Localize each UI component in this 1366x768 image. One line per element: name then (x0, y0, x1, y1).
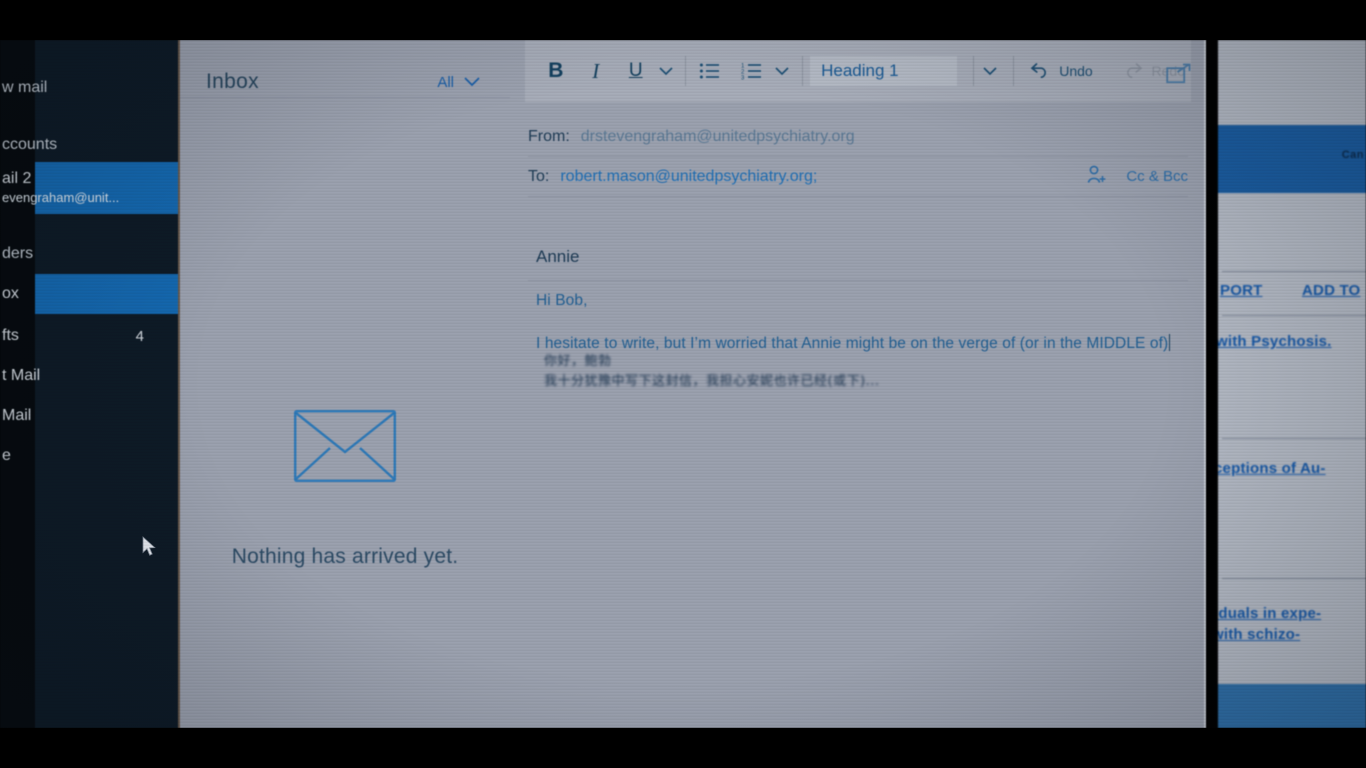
sidebar-accounts-header[interactable]: ccounts (2, 128, 180, 162)
message-list-title: Inbox (206, 70, 259, 93)
subject-field[interactable]: Annie (536, 247, 579, 267)
sidebar-new-mail-label: w mail (2, 79, 48, 96)
bg-divider (1222, 315, 1366, 316)
sidebar-account-mail-2[interactable]: ail 2 evengraham@unit... (2, 162, 180, 214)
person-add-icon[interactable] (1086, 164, 1108, 190)
body-greeting: Hi Bob, (536, 292, 588, 309)
bg-link-schizo[interactable]: with schizo- (1218, 626, 1300, 643)
italic-button[interactable]: I (579, 51, 613, 91)
chevron-down-icon[interactable] (653, 64, 679, 79)
message-body[interactable]: Hi Bob, I hesitate to write, but I’m wor… (536, 288, 1186, 389)
chevron-down-icon (464, 74, 480, 91)
text-caret (1169, 334, 1171, 352)
sidebar-item-sent-mail[interactable]: t Mail (2, 357, 180, 395)
bg-link-export[interactable]: PORT (1220, 282, 1262, 299)
sidebar-account-address: evengraham@unit... (2, 190, 120, 205)
sidebar-account-name: ail 2 (2, 170, 32, 187)
to-field-row[interactable]: To: robert.mason@unitedpsychiatry.org; C… (528, 157, 1188, 197)
sidebar-item-inbox[interactable]: ox (2, 274, 180, 314)
subject-divider (528, 280, 1188, 281)
message-list-filter-label: All (437, 74, 454, 91)
to-label: To: (528, 167, 550, 185)
to-value[interactable]: robert.mason@unitedpsychiatry.org; (560, 168, 817, 186)
bg-link-individuals[interactable]: iduals in expe- (1218, 605, 1321, 622)
undo-button[interactable]: Undo (1024, 61, 1098, 81)
toolbar-divider (972, 56, 974, 86)
numbered-list-icon[interactable]: 1 2 3 (735, 51, 769, 91)
letterbox-bottom (0, 728, 1366, 768)
sidebar-item-label: ox (2, 285, 19, 302)
toolbar-divider (685, 56, 687, 86)
paragraph-style-value: Heading 1 (821, 61, 899, 80)
sidebar-item-count: 4 (135, 327, 144, 345)
bold-button[interactable]: B (539, 51, 573, 91)
chevron-down-icon[interactable] (978, 64, 1004, 79)
underline-button[interactable]: U (619, 51, 653, 91)
from-label: From: (528, 127, 570, 145)
from-field-row[interactable]: From: drstevengraham@unitedpsychiatry.or… (528, 117, 1188, 157)
sidebar[interactable]: w mail ccounts ail 2 evengraham@unit... … (0, 40, 180, 728)
empty-state-text: Nothing has arrived yet. (231, 545, 459, 568)
message-list-empty-state: Nothing has arrived yet. (180, 410, 510, 569)
sidebar-item-junk-mail[interactable]: Mail (2, 397, 180, 435)
background-research-window[interactable]: Can PORT ADD TO with Psychosis. ceptions… (1218, 40, 1366, 728)
sidebar-folders-label: ders (2, 245, 34, 262)
formatting-toolbar[interactable]: B I U 1 2 3 Heading 1 Undo Redo (525, 40, 1191, 102)
popout-window-icon[interactable] (1166, 63, 1192, 92)
bg-divider (1222, 578, 1366, 579)
toolbar-divider (1013, 56, 1015, 86)
bg-link-auditory[interactable]: ceptions of Au- (1218, 460, 1326, 477)
letterbox-top (0, 0, 1366, 40)
bg-window-header-bar: Can (1218, 125, 1366, 193)
sidebar-accounts-label: ccounts (2, 136, 58, 153)
sidebar-folders-header[interactable]: ders (2, 236, 180, 272)
chevron-down-icon[interactable] (769, 64, 795, 79)
body-paragraph: I hesitate to write, but I’m worried tha… (536, 335, 1169, 353)
from-value[interactable]: drstevengraham@unitedpsychiatry.org (581, 128, 855, 146)
toolbar-divider (802, 56, 804, 86)
bullet-list-icon[interactable] (693, 51, 727, 91)
envelope-icon (180, 410, 510, 487)
mail-application-window[interactable]: w mail ccounts ail 2 evengraham@unit... … (0, 40, 1206, 728)
redo-arrow-icon (1123, 61, 1143, 81)
bg-link-psychosis[interactable]: with Psychosis. (1218, 333, 1332, 350)
paragraph-style-select[interactable]: Heading 1 (810, 56, 957, 86)
subtitle-line-2: 我十分犹豫中写下这封信，我担心安妮也许已经(或下)... (544, 373, 880, 389)
cc-bcc-button[interactable]: Cc & Bcc (1126, 168, 1188, 185)
bg-window-footer (1218, 684, 1366, 728)
sidebar-item-label: e (2, 447, 11, 464)
svg-text:3: 3 (741, 75, 745, 80)
bg-window-header-text: Can (1341, 149, 1364, 161)
sidebar-item-label: t Mail (2, 367, 41, 384)
sidebar-new-mail-button[interactable]: w mail (2, 70, 180, 106)
bg-divider (1222, 438, 1366, 439)
undo-arrow-icon (1030, 61, 1050, 81)
bg-link-add-to[interactable]: ADD TO (1302, 282, 1360, 299)
bg-divider (1222, 271, 1366, 272)
sidebar-item-label: Mail (2, 407, 32, 424)
message-list-panel[interactable]: Inbox All Nothing has arrived yet. (180, 40, 510, 728)
message-list-filter-dropdown[interactable]: All (437, 74, 480, 91)
mail-window-right-border (1204, 40, 1206, 728)
sidebar-item-drafts[interactable]: fts 4 (2, 317, 180, 355)
sidebar-item-more[interactable]: e (2, 437, 180, 475)
compose-pane[interactable]: B I U 1 2 3 Heading 1 Undo Redo From: dr… (510, 40, 1206, 728)
subtitle-overlay: 你好，鲍勃 我十分犹豫中写下这封信，我担心安妮也许已经(或下)... (544, 352, 1184, 391)
subtitle-line-1: 你好，鲍勃 (544, 354, 612, 369)
sidebar-item-label: fts (2, 327, 19, 344)
undo-label: Undo (1059, 63, 1093, 79)
